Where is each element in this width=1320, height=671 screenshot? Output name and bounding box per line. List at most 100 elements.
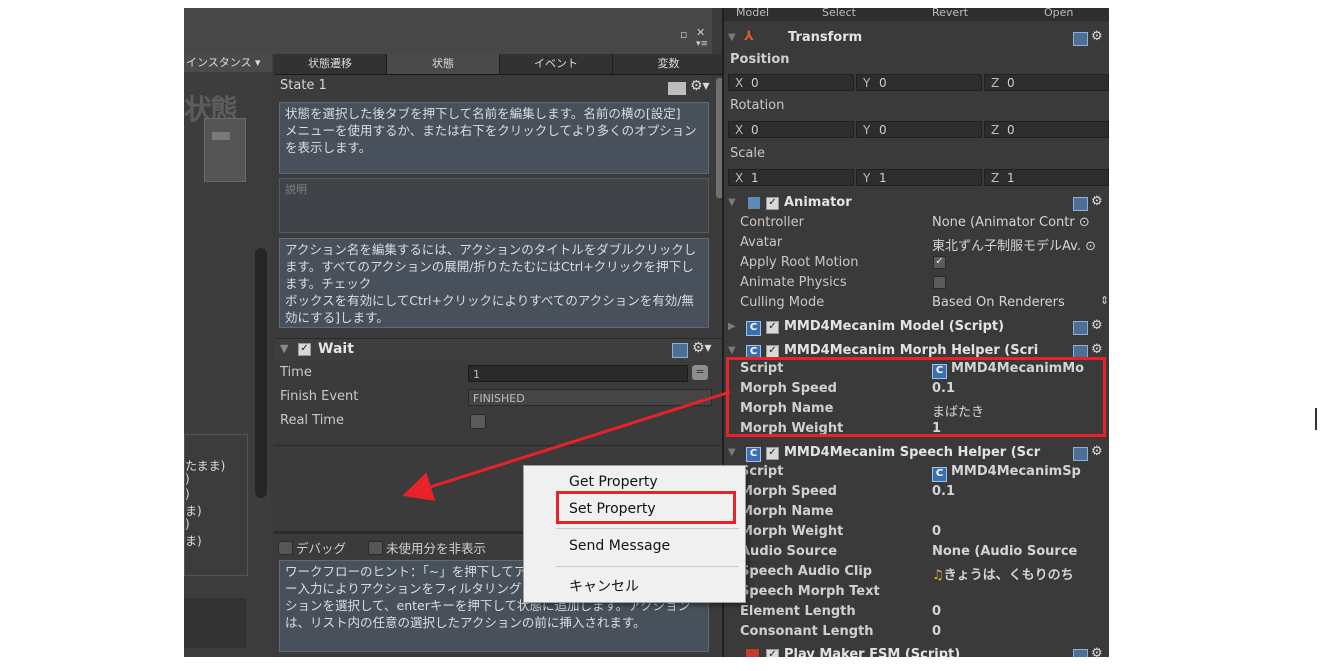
controller-field[interactable]: None (Animator Contr ⊙ bbox=[932, 215, 1090, 230]
gear-icon[interactable]: ⚙ bbox=[1091, 444, 1103, 459]
fsm-enabled-checkbox[interactable]: ✓ bbox=[766, 649, 779, 657]
morph-weight-field[interactable]: 0 bbox=[932, 524, 941, 539]
list-item[interactable]: たまま) bbox=[185, 457, 225, 474]
speech-helper-header[interactable]: ▼ C ✓ MMD4Mecanim Speech Helper (Scr ⚙ bbox=[724, 443, 1109, 465]
state-node[interactable] bbox=[204, 118, 246, 182]
fold-arrow-icon[interactable]: ▼ bbox=[728, 197, 736, 208]
morph-helper-enabled-checkbox[interactable]: ✓ bbox=[766, 345, 779, 358]
action-title[interactable]: Wait bbox=[318, 341, 354, 357]
scale-y-field[interactable]: Y1 bbox=[856, 169, 982, 186]
instance-dropdown[interactable]: インスタンス ▾ bbox=[184, 54, 272, 72]
fsm-component-header[interactable]: ✓ Play Maker FSM (Script) ⚙ bbox=[724, 646, 1109, 657]
rotation-z-field[interactable]: Z0 bbox=[984, 121, 1109, 138]
help-book-icon[interactable] bbox=[1073, 197, 1088, 211]
rotation-y-field[interactable]: Y0 bbox=[856, 121, 982, 138]
audio-source-field[interactable]: None (Audio Source bbox=[932, 544, 1077, 559]
element-length-field[interactable]: 0 bbox=[932, 604, 941, 619]
state-name-field[interactable]: State 1 bbox=[280, 78, 327, 93]
menu-item-send-message[interactable]: Send Message bbox=[569, 538, 670, 554]
action-header[interactable]: ▼ ✓ Wait ⚙▾ bbox=[274, 338, 724, 361]
culling-mode-dropdown[interactable]: Based On Renderers bbox=[932, 295, 1065, 310]
consonant-length-field[interactable]: 0 bbox=[932, 624, 941, 639]
state-color-swatch[interactable] bbox=[668, 82, 686, 95]
gear-icon[interactable]: ⚙ bbox=[1091, 342, 1103, 357]
fold-arrow-icon[interactable]: ▼ bbox=[280, 342, 288, 355]
actions-hint: アクション名を編集するには、アクションのタイトルをダブルクリックします。すべての… bbox=[279, 238, 709, 328]
help-book-icon[interactable] bbox=[1073, 32, 1088, 46]
speech-helper-enabled-checkbox[interactable]: ✓ bbox=[766, 447, 779, 460]
debug-checkbox[interactable] bbox=[278, 541, 293, 555]
morph-helper-header[interactable]: ▼ C ✓ MMD4Mecanim Morph Helper (Scri ⚙ bbox=[724, 341, 1109, 363]
avatar-field[interactable]: 東北ずん子制服モデルAv. ⊙ bbox=[932, 235, 1096, 254]
fsm-component-title: Play Maker FSM (Script) bbox=[784, 647, 961, 657]
list-item[interactable]: ま) bbox=[185, 532, 202, 549]
transform-header[interactable]: ▼ ⅄ Transform ⚙ bbox=[724, 28, 1109, 50]
action-enabled-checkbox[interactable]: ✓ bbox=[298, 343, 311, 356]
fold-arrow-icon[interactable]: ▶ bbox=[728, 321, 736, 332]
select-button[interactable]: Select bbox=[822, 8, 856, 19]
gear-icon[interactable]: ⚙▾ bbox=[690, 78, 710, 94]
scale-x-field[interactable]: X1 bbox=[728, 169, 854, 186]
window-maximize-icon[interactable]: ▫ bbox=[680, 28, 687, 41]
variable-toggle-button[interactable]: = bbox=[692, 365, 708, 380]
position-y-field[interactable]: Y0 bbox=[856, 74, 982, 91]
fold-arrow-icon[interactable]: ▼ bbox=[728, 447, 736, 458]
help-book-icon[interactable] bbox=[672, 343, 688, 358]
state-hint: 状態を選択した後タブを押下して名前を編集します。名前の横の[設定] メニューを使… bbox=[279, 102, 709, 174]
script-field[interactable]: C MMD4MecanimMo bbox=[932, 361, 1084, 379]
list-item[interactable]: ) bbox=[185, 517, 190, 531]
gear-icon[interactable]: ⚙ bbox=[1091, 194, 1103, 209]
help-book-icon[interactable] bbox=[1073, 345, 1088, 359]
animate-physics-checkbox[interactable] bbox=[933, 276, 946, 289]
tab-transitions[interactable]: 状態遷移 bbox=[274, 54, 387, 74]
menu-separator bbox=[556, 528, 739, 529]
script-field[interactable]: C MMD4MecanimSp bbox=[932, 464, 1081, 482]
window-close-icon[interactable]: ✕ bbox=[696, 26, 705, 39]
rotation-label: Rotation bbox=[730, 98, 785, 113]
script-label: Script bbox=[740, 361, 784, 376]
list-item[interactable]: ) bbox=[185, 472, 190, 486]
morph-name-field[interactable]: まばたき bbox=[932, 401, 984, 420]
window-menu-icon[interactable]: ▾≡ bbox=[696, 39, 708, 49]
description-field[interactable]: 説明 bbox=[279, 178, 709, 233]
gear-icon[interactable]: ⚙ bbox=[1091, 29, 1103, 44]
morph-speed-field[interactable]: 0.1 bbox=[932, 484, 955, 499]
apply-root-motion-checkbox[interactable]: ✓ bbox=[933, 256, 946, 269]
help-book-icon[interactable] bbox=[1073, 649, 1088, 657]
revert-button[interactable]: Revert bbox=[932, 8, 968, 19]
model-button[interactable]: Model bbox=[736, 8, 769, 19]
menu-item-cancel[interactable]: キャンセル bbox=[569, 576, 639, 596]
menu-item-set-property[interactable]: Set Property bbox=[569, 501, 656, 517]
time-field[interactable]: 1 bbox=[468, 365, 688, 382]
finish-event-dropdown[interactable]: FINISHED bbox=[468, 389, 712, 406]
position-x-field[interactable]: X0 bbox=[728, 74, 854, 91]
speech-audio-clip-field[interactable]: ♫きょうは、くもりのち bbox=[932, 564, 1074, 583]
menu-item-get-property[interactable]: Get Property bbox=[569, 474, 658, 490]
animator-header[interactable]: ▼ ✓ Animator ⚙ bbox=[724, 193, 1109, 215]
graph-scrollbar[interactable] bbox=[255, 248, 267, 498]
help-book-icon[interactable] bbox=[1073, 447, 1088, 461]
gear-icon[interactable]: ⚙ bbox=[1091, 646, 1103, 657]
morph-speed-field[interactable]: 0.1 bbox=[932, 381, 955, 396]
hide-unused-checkbox[interactable] bbox=[368, 541, 383, 555]
real-time-checkbox[interactable] bbox=[470, 414, 486, 429]
open-button[interactable]: Open bbox=[1044, 8, 1073, 19]
position-z-field[interactable]: Z0 bbox=[984, 74, 1109, 91]
model-enabled-checkbox[interactable]: ✓ bbox=[766, 321, 779, 334]
gear-icon[interactable]: ⚙ bbox=[1091, 318, 1103, 333]
tab-events[interactable]: イベント bbox=[500, 54, 613, 74]
fold-arrow-icon[interactable]: ▼ bbox=[728, 32, 736, 43]
script-label: Script bbox=[740, 464, 784, 479]
model-script-header[interactable]: ▶ C ✓ MMD4Mecanim Model (Script) ⚙ bbox=[724, 317, 1109, 339]
morph-weight-field[interactable]: 1 bbox=[932, 421, 941, 436]
gear-icon[interactable]: ⚙▾ bbox=[692, 340, 712, 356]
fold-arrow-icon[interactable]: ▼ bbox=[728, 345, 736, 356]
animator-enabled-checkbox[interactable]: ✓ bbox=[766, 197, 779, 210]
list-item[interactable]: ) bbox=[185, 487, 190, 501]
rotation-x-field[interactable]: X0 bbox=[728, 121, 854, 138]
help-book-icon[interactable] bbox=[1073, 321, 1088, 335]
morph-weight-label: Morph Weight bbox=[740, 524, 844, 539]
tab-variables[interactable]: 変数 bbox=[613, 54, 725, 74]
scale-z-field[interactable]: Z1 bbox=[984, 169, 1109, 186]
tab-state[interactable]: 状態 bbox=[387, 54, 500, 74]
